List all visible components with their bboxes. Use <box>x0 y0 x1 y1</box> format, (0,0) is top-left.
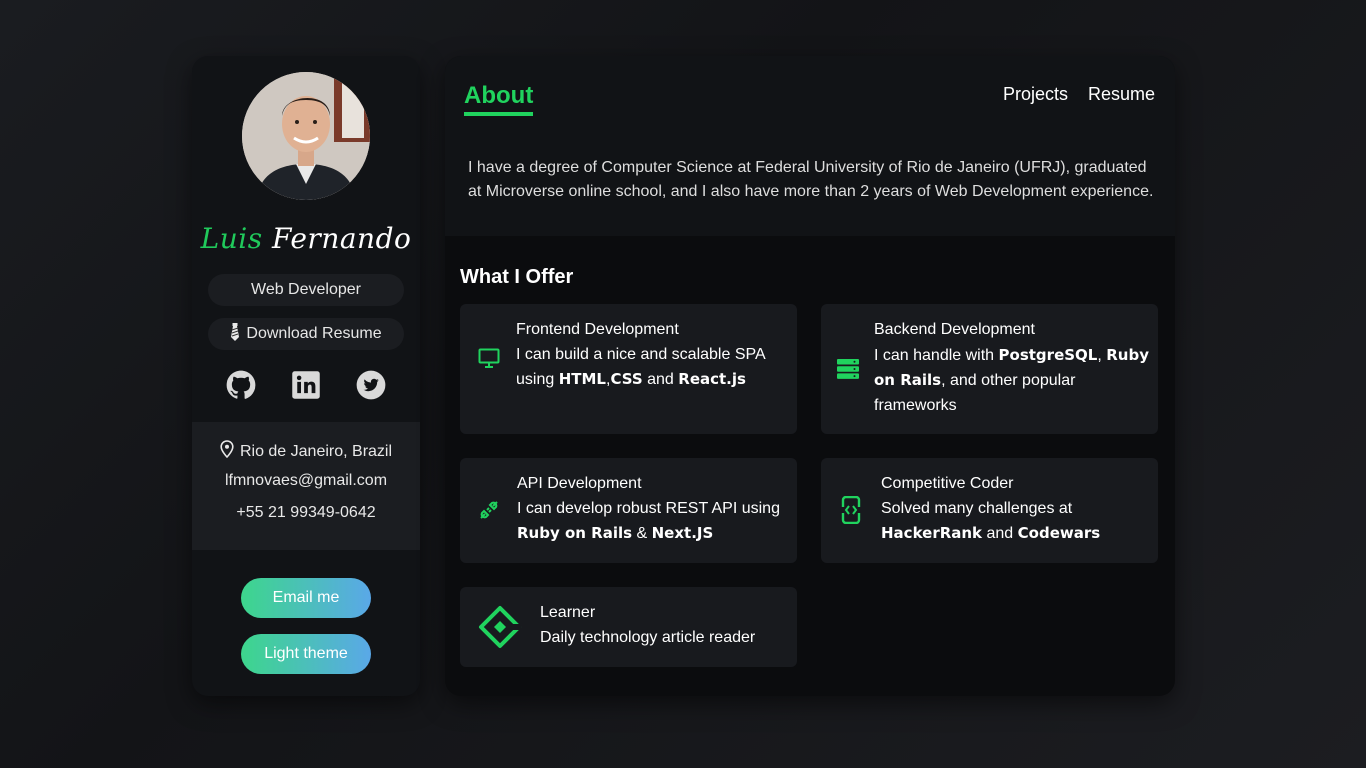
tie-icon <box>230 322 240 346</box>
social-links <box>192 370 420 402</box>
highlight-term: Ruby on Rails <box>517 524 633 542</box>
offer-card-backend: Backend Development I can handle with Po… <box>821 304 1158 434</box>
nav-about-tab[interactable]: About <box>464 82 534 116</box>
offer-card-text: Learner Daily technology article reader <box>540 601 790 650</box>
offer-card-competitive: Competitive Coder Solved many challenges… <box>821 458 1158 563</box>
offer-card-text: Frontend Development I can build a nice … <box>516 318 786 393</box>
github-icon[interactable] <box>226 370 256 400</box>
offer-card-description: Solved many challenges at HackerRank and… <box>881 497 1151 547</box>
location-text: Rio de Janeiro, Brazil <box>239 443 393 460</box>
role-badge: Web Developer <box>208 274 404 306</box>
description-text: Daily technology article reader <box>540 628 756 646</box>
learner-diamond-icon <box>478 605 522 654</box>
offer-card-description: I can develop robust REST API using Ruby… <box>517 497 787 547</box>
description-text: and <box>982 525 1018 542</box>
nav-resume-link[interactable]: Resume <box>1088 84 1155 105</box>
location-row: Rio de Janeiro, Brazil <box>192 440 420 463</box>
offer-card-title: API Development <box>517 475 642 492</box>
avatar <box>242 72 370 200</box>
highlight-term: Next.JS <box>651 524 714 542</box>
code-brackets-icon <box>841 495 861 529</box>
description-text: I can develop robust REST API using <box>517 499 780 517</box>
offer-card-title: Competitive Coder <box>881 475 1014 492</box>
location-pin-icon <box>220 440 234 463</box>
offer-card-description: I can handle with PostgreSQL, Ruby on Ra… <box>874 343 1149 419</box>
contact-info: Rio de Janeiro, Brazil lfmnovaes@gmail.c… <box>192 422 420 550</box>
light-theme-button[interactable]: Light theme <box>241 634 371 674</box>
download-resume-button[interactable]: Download Resume <box>208 318 404 350</box>
role-label: Web Developer <box>251 281 361 298</box>
api-plug-icon <box>478 499 500 526</box>
offer-title: What I Offer <box>460 266 574 288</box>
monitor-icon <box>478 348 500 373</box>
description-text: I can handle with <box>874 346 999 364</box>
highlight-term: CSS <box>610 370 643 388</box>
download-resume-label: Download Resume <box>246 325 382 342</box>
email-me-label: Email me <box>272 589 340 606</box>
linkedin-icon[interactable] <box>291 370 321 400</box>
highlight-term: PostgreSQL <box>998 345 1098 364</box>
description-text: & <box>632 525 652 542</box>
last-name: Fernando <box>271 222 412 255</box>
twitter-icon[interactable] <box>356 370 386 400</box>
offer-card-title: Backend Development <box>874 321 1035 338</box>
description-text: Solved many challenges at <box>881 499 1073 517</box>
offer-card-description: Daily technology article reader <box>540 626 790 651</box>
phone-text: +55 21 99349-0642 <box>236 504 376 521</box>
about-section: About Projects Resume I have a degree of… <box>445 56 1175 236</box>
offer-card-frontend: Frontend Development I can build a nice … <box>460 304 797 434</box>
highlight-term: React.js <box>678 370 746 388</box>
offer-card-learner: Learner Daily technology article reader <box>460 587 797 667</box>
email-text[interactable]: lfmnovaes@gmail.com <box>192 472 420 490</box>
offer-card-text: Competitive Coder Solved many challenges… <box>881 472 1151 547</box>
email-me-button[interactable]: Email me <box>241 578 371 618</box>
about-text: I have a degree of Computer Science at F… <box>468 159 1154 200</box>
offer-card-text: Backend Development I can handle with Po… <box>874 318 1149 418</box>
highlight-term: HTML <box>558 370 606 388</box>
offer-card-title: Learner <box>540 604 596 621</box>
first-name: Luis <box>200 222 263 255</box>
nav-projects-link[interactable]: Projects <box>1003 84 1068 105</box>
profile-name: Luis Fernando <box>192 222 420 255</box>
highlight-term: Codewars <box>1017 524 1101 542</box>
description-text: , <box>1097 346 1107 364</box>
profile-sidebar: Luis Fernando Web Developer Download Res… <box>192 56 420 696</box>
description-text: and <box>642 371 679 388</box>
offer-card-text: API Development I can develop robust RES… <box>517 472 787 547</box>
highlight-term: HackerRank <box>881 524 983 542</box>
offer-card-title: Frontend Development <box>516 321 679 338</box>
light-theme-label: Light theme <box>264 645 348 662</box>
offer-card-api: API Development I can develop robust RES… <box>460 458 797 563</box>
server-icon <box>837 359 859 384</box>
offer-card-description: I can build a nice and scalable SPA usin… <box>516 343 786 393</box>
main-panel: About Projects Resume I have a degree of… <box>445 56 1175 696</box>
